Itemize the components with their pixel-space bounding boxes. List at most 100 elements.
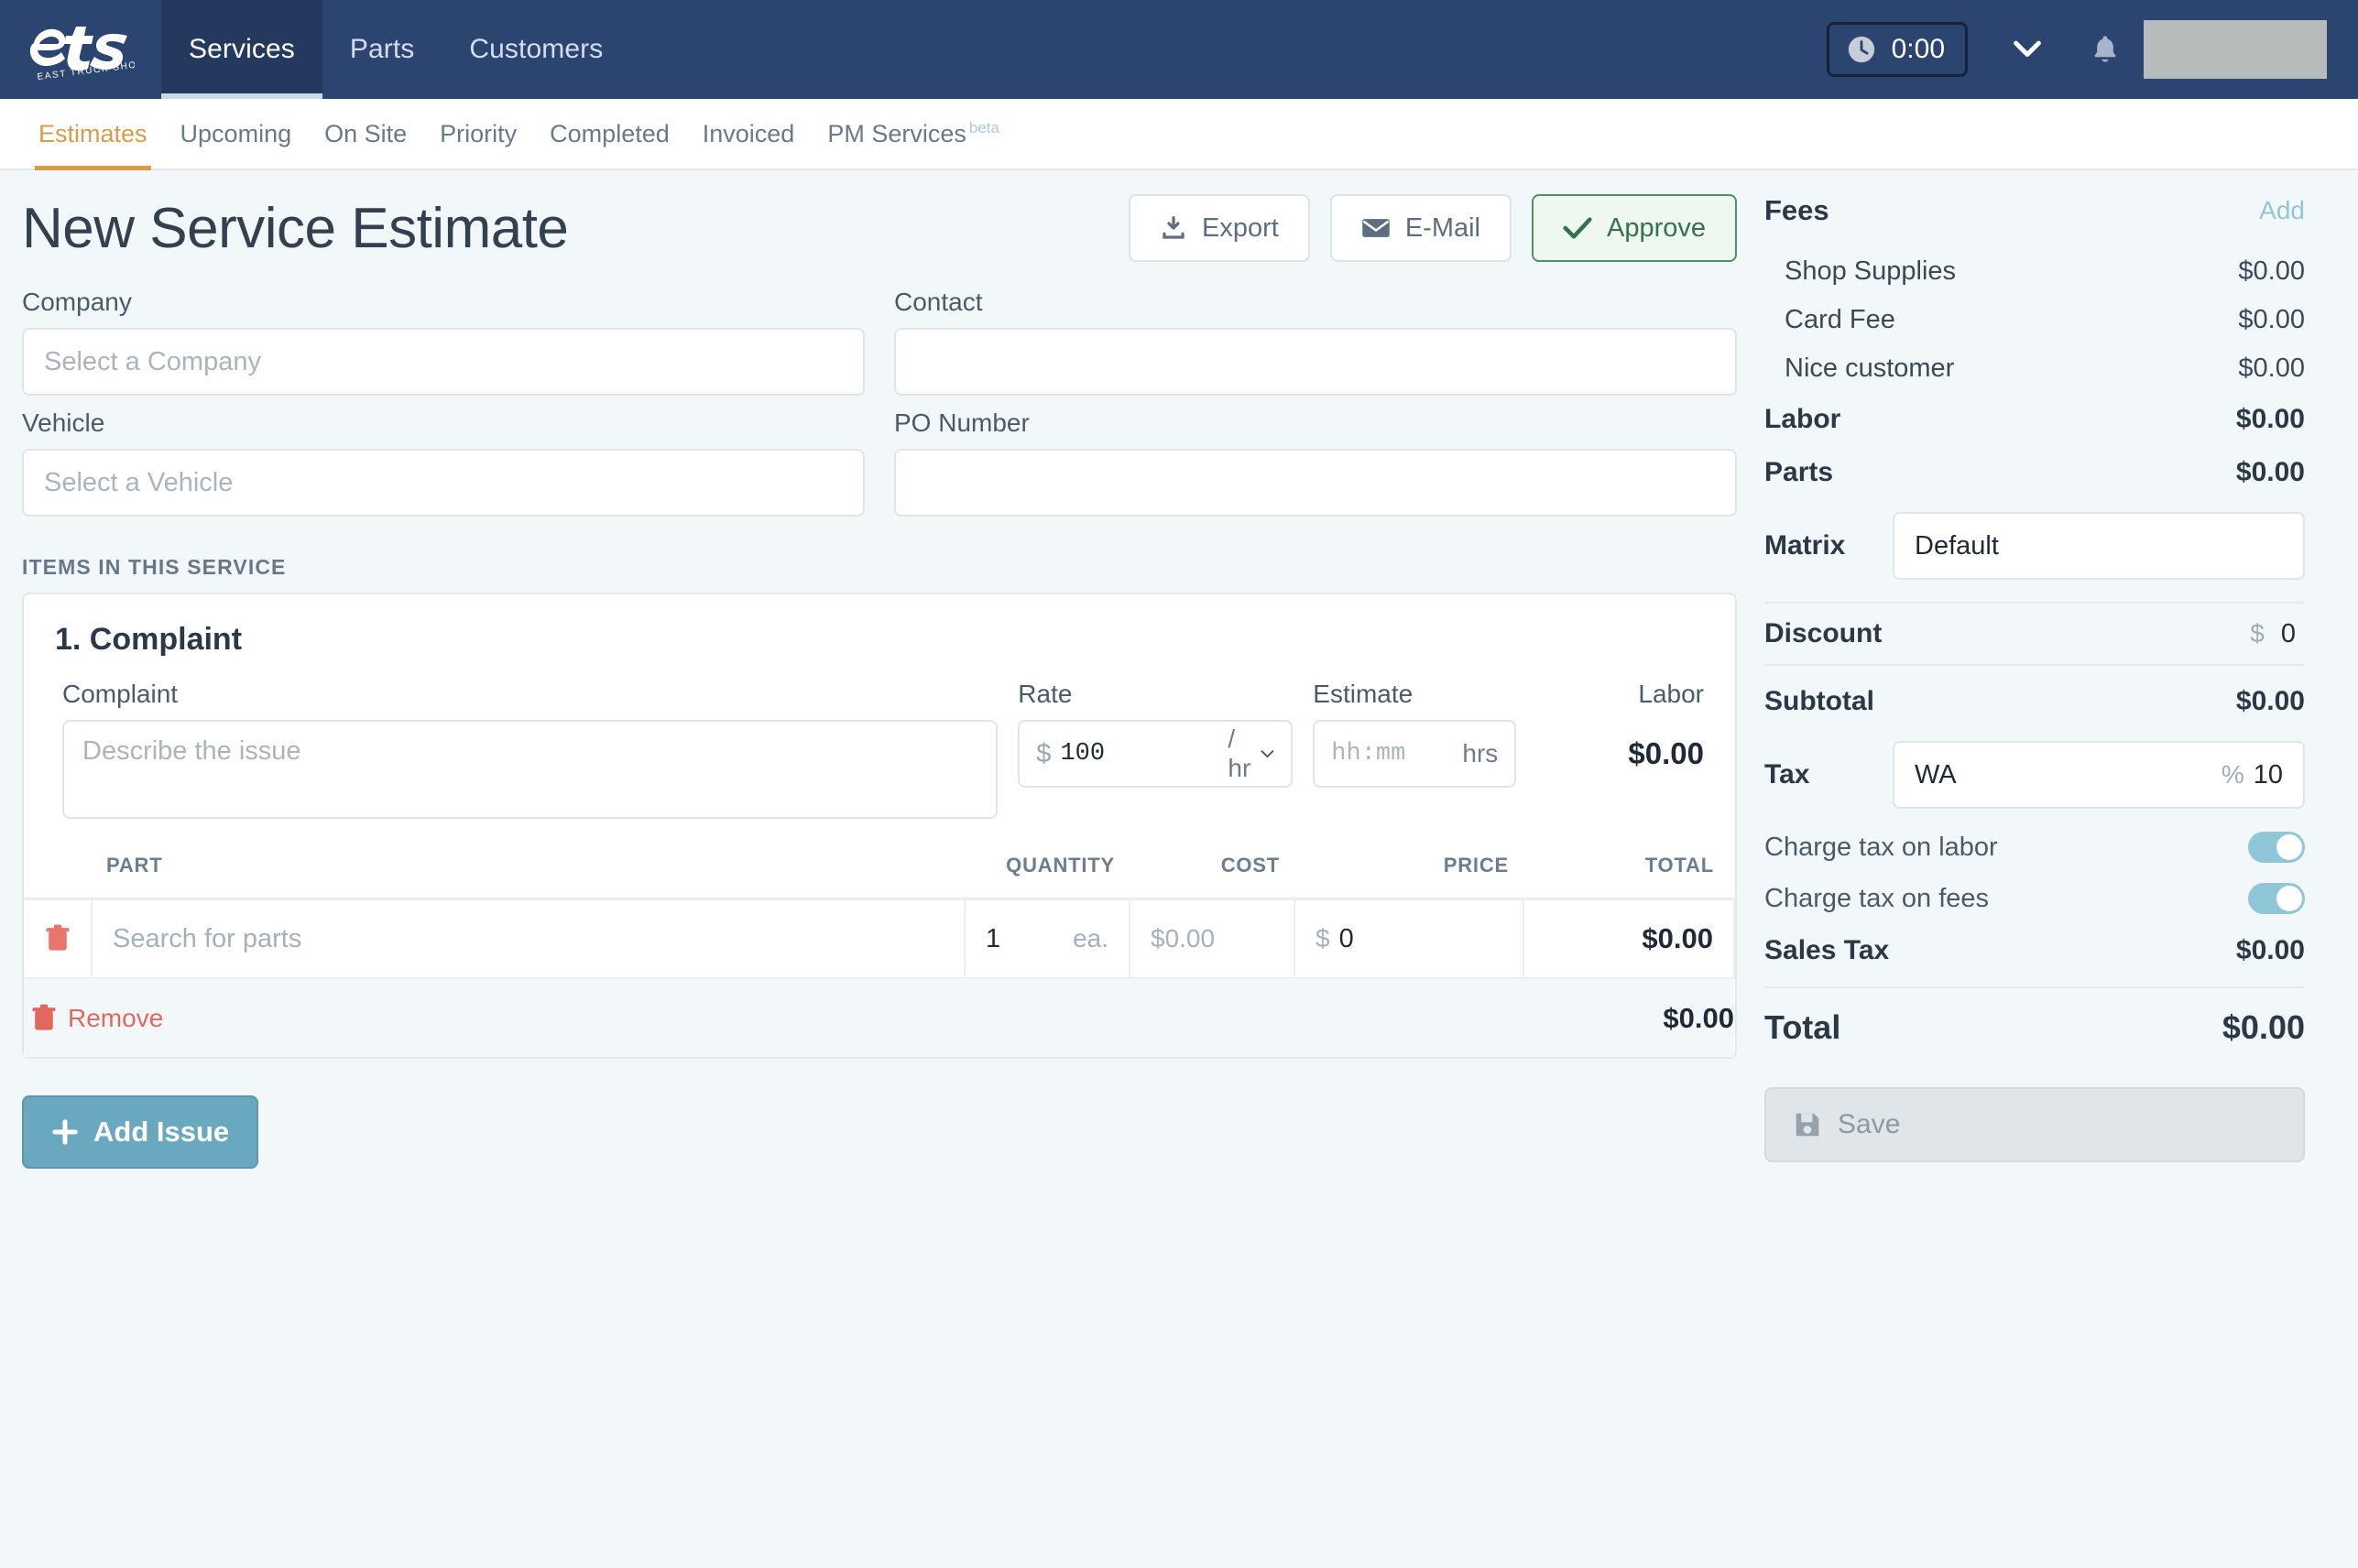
approve-button[interactable]: Approve xyxy=(1532,194,1737,262)
tax-input-group[interactable]: WA % 10 xyxy=(1893,741,2305,809)
approve-label: Approve xyxy=(1607,213,1706,244)
page-title: New Service Estimate xyxy=(22,196,568,261)
trash-icon xyxy=(31,1004,57,1033)
rate-unit-select[interactable]: / hr xyxy=(1228,724,1274,783)
discount-label: Discount xyxy=(1764,618,1893,649)
charge-tax-fees-label: Charge tax on fees xyxy=(1764,884,1989,914)
charge-tax-fees-toggle[interactable] xyxy=(2248,883,2305,914)
divider xyxy=(1764,602,2305,604)
total-value: $0.00 xyxy=(2222,1008,2305,1047)
tab-invoiced[interactable]: Invoiced xyxy=(686,120,812,169)
nav-link-label: Services xyxy=(189,34,295,65)
tab-priority[interactable]: Priority xyxy=(423,120,533,169)
remove-issue-button[interactable]: Remove xyxy=(24,1004,1130,1033)
email-button[interactable]: E-Mail xyxy=(1330,194,1512,262)
page-body: New Service Estimate Export E-Mail xyxy=(0,170,2358,1169)
quantity-cell: ea. xyxy=(965,899,1130,979)
charge-tax-labor-label: Charge tax on labor xyxy=(1764,833,1998,863)
po-number-input[interactable] xyxy=(894,449,1737,517)
estimate-field-group: Estimate hrs xyxy=(1313,680,1516,788)
row-total-cell: $0.00 xyxy=(1523,899,1734,979)
rate-currency-symbol: $ xyxy=(1036,739,1051,769)
discount-value: 0 xyxy=(2281,619,2296,649)
toggle-knob xyxy=(2276,834,2302,860)
parts-summary-value: $0.00 xyxy=(2236,457,2305,488)
save-button[interactable]: Save xyxy=(1764,1087,2305,1162)
delete-part-button[interactable] xyxy=(39,919,76,959)
parts-table-header-row: PART QUANTITY COST PRICE TOTAL xyxy=(24,843,1734,899)
vehicle-label: Vehicle xyxy=(22,408,865,438)
brand-logo[interactable]: EAST TRUCK SHOP xyxy=(0,0,161,99)
nav-link-parts[interactable]: Parts xyxy=(322,0,442,99)
estimates-tab-bar: Estimates Upcoming On Site Priority Comp… xyxy=(0,99,2358,170)
add-fee-link[interactable]: Add xyxy=(2259,196,2305,225)
trash-icon xyxy=(45,924,71,953)
summary-panel: Fees Add Shop Supplies $0.00 Card Fee $0… xyxy=(1764,194,2305,1169)
quantity-input[interactable] xyxy=(986,924,1041,954)
estimate-form: Company Contact Vehicle PO Number xyxy=(22,288,1737,529)
po-number-label: PO Number xyxy=(894,408,1737,438)
tax-label: Tax xyxy=(1764,759,1893,790)
vehicle-input[interactable] xyxy=(22,449,865,517)
complaint-field-group: Complaint xyxy=(42,680,998,819)
user-account-menu[interactable] xyxy=(2144,20,2327,79)
labor-label: Labor xyxy=(1536,680,1704,709)
price-group[interactable]: $ xyxy=(1295,900,1523,977)
parts-table-footer-row: Remove $0.00 xyxy=(24,978,1734,1057)
charge-tax-fees-row: Charge tax on fees xyxy=(1764,873,2305,924)
fee-row-card-fee: Card Fee $0.00 xyxy=(1764,296,2305,344)
cost-group: $0.00 xyxy=(1130,900,1294,977)
estimate-label: Estimate xyxy=(1313,680,1516,709)
notifications-button[interactable] xyxy=(2067,33,2144,66)
contact-input[interactable] xyxy=(894,328,1737,396)
beta-badge: beta xyxy=(969,119,999,136)
total-label: Total xyxy=(1764,1008,1840,1047)
check-icon xyxy=(1563,215,1592,241)
timer-dropdown-button[interactable] xyxy=(1988,39,2067,60)
add-issue-label: Add Issue xyxy=(93,1116,229,1149)
parts-table-body: ea. $0.00 $ xyxy=(24,899,1734,1058)
estimate-input[interactable] xyxy=(1331,740,1453,768)
parts-summary-label: Parts xyxy=(1764,457,1833,488)
matrix-row: Matrix Default xyxy=(1764,499,2305,593)
sales-tax-value: $0.00 xyxy=(2236,935,2305,966)
add-issue-button[interactable]: Add Issue xyxy=(22,1095,258,1169)
rate-input[interactable] xyxy=(1060,740,1218,768)
matrix-select[interactable]: Default xyxy=(1893,512,2305,580)
nav-link-label: Customers xyxy=(469,34,603,65)
tab-upcoming[interactable]: Upcoming xyxy=(164,120,309,169)
nav-link-services[interactable]: Services xyxy=(161,0,322,99)
column-header-cost: COST xyxy=(1130,843,1294,899)
nav-link-customers[interactable]: Customers xyxy=(442,0,630,99)
part-search-input[interactable] xyxy=(93,900,964,977)
vehicle-field-group: Vehicle xyxy=(22,408,865,517)
tab-label: On Site xyxy=(324,120,407,147)
download-icon xyxy=(1160,214,1187,242)
table-row: ea. $0.00 $ xyxy=(24,899,1734,979)
price-input[interactable] xyxy=(1339,924,1502,954)
timer-button[interactable]: 0:00 xyxy=(1827,22,1968,77)
discount-input-group[interactable]: $ 0 xyxy=(1893,619,2305,649)
primary-nav-links: Services Parts Customers xyxy=(161,0,630,99)
company-input[interactable] xyxy=(22,328,865,396)
rate-input-group[interactable]: $ / hr xyxy=(1018,720,1293,788)
estimate-input-group[interactable]: hrs xyxy=(1313,720,1516,788)
page-header: New Service Estimate Export E-Mail xyxy=(22,194,1737,262)
tab-completed[interactable]: Completed xyxy=(533,120,686,169)
cost-value: $0.00 xyxy=(1151,924,1215,953)
tab-estimates[interactable]: Estimates xyxy=(22,120,164,169)
complaint-textarea[interactable] xyxy=(62,720,998,819)
discount-currency-symbol: $ xyxy=(2250,619,2265,648)
export-button[interactable]: Export xyxy=(1129,194,1310,262)
export-label: Export xyxy=(1202,213,1279,244)
fee-label: Nice customer xyxy=(1785,354,1954,384)
email-label: E-Mail xyxy=(1405,213,1480,244)
charge-tax-labor-toggle[interactable] xyxy=(2248,832,2305,863)
tab-pm-services[interactable]: PM Servicesbeta xyxy=(811,119,1016,169)
toggle-knob xyxy=(2276,886,2302,911)
tab-on-site[interactable]: On Site xyxy=(308,120,423,169)
items-section-label: ITEMS IN THIS SERVICE xyxy=(22,555,1737,580)
row-delete-cell xyxy=(24,899,92,979)
complaint-label: Complaint xyxy=(62,680,998,709)
quantity-group[interactable]: ea. xyxy=(966,900,1129,977)
